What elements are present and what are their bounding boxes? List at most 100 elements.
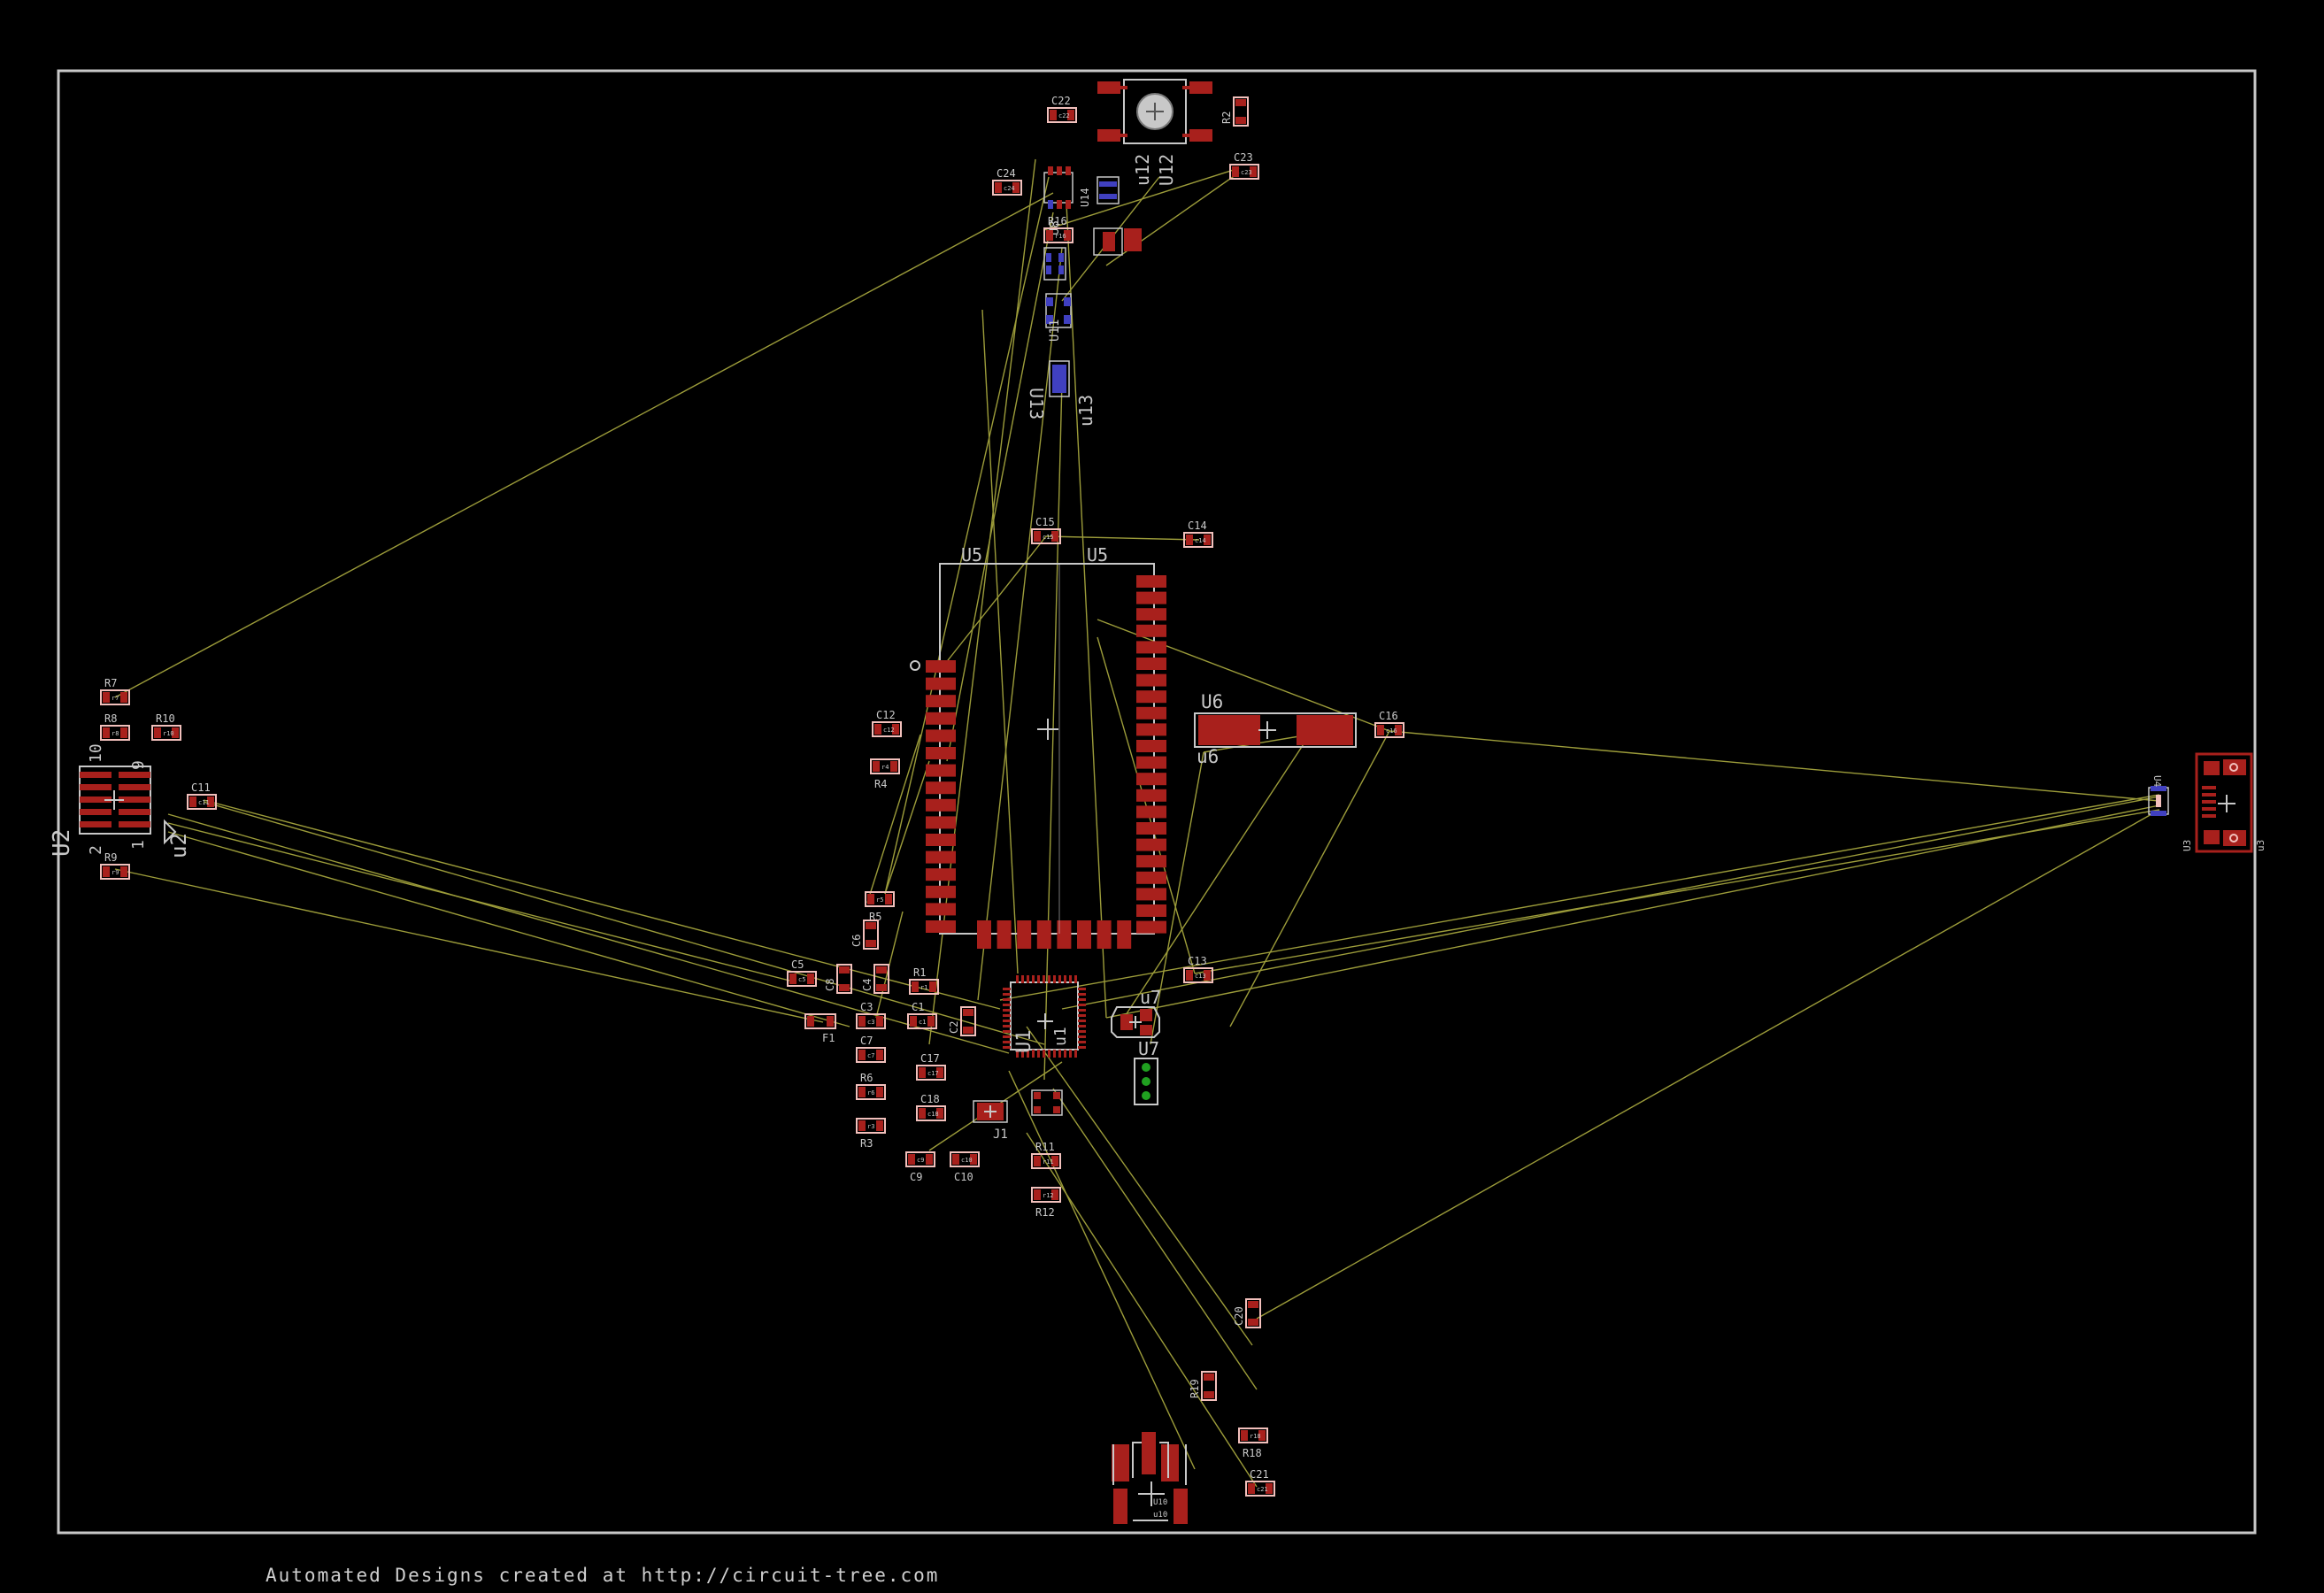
passive-label: C2 (948, 1021, 960, 1034)
board-outline (57, 69, 2257, 1535)
u10-component[interactable]: U10 u10 (1112, 1432, 1188, 1524)
passive-c10[interactable]: c10 C10 (950, 1151, 980, 1183)
u2-pin (80, 784, 112, 790)
u5-pad (1097, 920, 1112, 949)
u13-cluster[interactable]: U13 u13 U8 U11 U14 (1026, 166, 1142, 427)
u6-component[interactable]: U6 u6 (1194, 691, 1357, 767)
passive-r4[interactable]: r4 R4 (870, 758, 900, 790)
passive-r3[interactable]: r3 R3 (856, 1118, 886, 1150)
passive-label: R2 (1220, 112, 1233, 124)
passive-sub-label: r10 (163, 730, 174, 737)
passive-label: C3 (860, 1001, 873, 1013)
u12-button[interactable]: u12 U12 (1097, 79, 1212, 186)
u5-pad (926, 712, 956, 725)
u2-pin (119, 784, 150, 790)
u1-pin (1078, 1030, 1086, 1033)
u13-sub-label: u13 (1075, 395, 1097, 427)
u1-pin (1003, 1020, 1011, 1022)
passive-sub-label: c9 (917, 1157, 924, 1164)
u1-pin (1016, 975, 1019, 983)
passive-r11[interactable]: r11 R11 (1031, 1141, 1061, 1169)
passive-sub-label: c10 (961, 1157, 973, 1164)
u5-pad (1136, 591, 1166, 604)
passive-c20[interactable]: C20 (1233, 1298, 1261, 1328)
j1-component[interactable]: J1 (973, 1100, 1008, 1142)
passive-r1[interactable]: r1 R1 (909, 966, 939, 995)
passive-r10[interactable]: r10 R10 (151, 712, 181, 741)
u1-pin (1003, 988, 1011, 990)
passive-r16[interactable]: r16 R16 (1043, 215, 1074, 243)
u7-component[interactable]: u7 U7 (1111, 987, 1161, 1105)
passive-r19[interactable]: R19 (1189, 1371, 1217, 1401)
passive-c18[interactable]: c18 C18 (916, 1093, 946, 1121)
passive-label: C11 (191, 781, 211, 794)
passive-r9[interactable]: r9 R9 (100, 851, 130, 880)
u1-pin (1003, 993, 1011, 996)
passive-c1[interactable]: c1 C1 (907, 1001, 937, 1029)
u5-pad (1136, 756, 1166, 769)
passive-r5[interactable]: r5R5 (865, 891, 895, 923)
u1-pin (1003, 1041, 1011, 1043)
u10-label: U10 (1153, 1498, 1167, 1507)
passive-c21[interactable]: c21 C21 (1245, 1468, 1275, 1497)
u2-pin (119, 809, 150, 815)
passive-label: C18 (920, 1093, 940, 1105)
passive-c17[interactable]: c17 C17 (916, 1052, 946, 1081)
passive-label: R16 (1048, 215, 1067, 227)
passive-c6[interactable]: C6 (850, 920, 879, 950)
passive-label: C16 (1379, 710, 1398, 722)
u1-pin (1078, 1014, 1086, 1017)
u5-module[interactable]: U5 U5 (910, 544, 1166, 949)
u1-pin (1078, 1004, 1086, 1006)
u1-pin (1037, 1050, 1040, 1058)
passive-r18[interactable]: r18 R18 (1238, 1428, 1268, 1459)
u5-pad (1077, 920, 1091, 949)
passive-c16[interactable]: c16 C16 (1374, 710, 1404, 738)
passive-c9[interactable]: c9 C9 (905, 1151, 935, 1183)
passive-c11[interactable]: c11 C11 (187, 781, 217, 810)
passive-c12[interactable]: c12 C12 (872, 709, 902, 737)
u1-pin (1058, 975, 1061, 983)
u5-pad (926, 677, 956, 690)
passive-c7[interactable]: c7 C7 (856, 1035, 886, 1063)
passive-sub-label: r4 (881, 764, 889, 771)
u2-pin (80, 772, 112, 778)
passive-r8[interactable]: r8 R8 (100, 712, 130, 741)
u7-sub-label: u7 (1140, 987, 1161, 1008)
passive-c23[interactable]: c23 C23 (1229, 151, 1259, 180)
passive-c22[interactable]: c22 C22 (1047, 95, 1077, 123)
passive-sub-label: c23 (1241, 169, 1252, 176)
u1-pin (1003, 1014, 1011, 1017)
passive-c14[interactable]: c14 C14 (1183, 519, 1213, 548)
u1-pin (1043, 975, 1045, 983)
u5-pad (1136, 723, 1166, 736)
u1-pin (1032, 975, 1035, 983)
passive-r2[interactable]: R2 (1220, 96, 1249, 127)
u1-pin (1069, 1050, 1072, 1058)
passive-c3[interactable]: c3 C3 (856, 1001, 886, 1029)
u1-pin (1078, 1025, 1086, 1027)
u5-pad (1136, 773, 1166, 786)
passive-r7[interactable]: r7 R7 (100, 677, 130, 705)
passive-c15[interactable]: c15 C15 (1031, 516, 1061, 544)
u1-pin (1003, 1046, 1011, 1049)
passive-sub-label: c12 (883, 727, 895, 734)
passive-sub-label: c3 (867, 1019, 874, 1026)
passive-label: C1 (912, 1001, 924, 1013)
passive-r12[interactable]: r12 R12 (1031, 1187, 1061, 1219)
pcb-board: U5 U5 U6 u6 U1 u1 U2 u2 10 9 2 1 U3 u3 U… (49, 69, 2266, 1535)
u5-pad (1136, 740, 1166, 752)
passive-c13[interactable]: c13 C13 (1183, 955, 1213, 983)
passive-c8[interactable]: C8 (824, 964, 852, 994)
u9-component[interactable] (1031, 1089, 1063, 1116)
u5-pad (1136, 706, 1166, 720)
u12-label: u12 (1132, 154, 1153, 186)
passive-sub-label: r16 (1055, 233, 1066, 240)
passive-r6[interactable]: r6 R6 (856, 1072, 886, 1100)
passive-c5[interactable]: c5 C5 (787, 958, 817, 987)
u2-component[interactable]: U2 u2 10 9 2 1 (49, 743, 191, 858)
passive-c24[interactable]: c24 C24 (992, 167, 1022, 196)
passive-label: C9 (910, 1171, 922, 1183)
passive-c2[interactable]: C2 (948, 1006, 976, 1036)
u5-pad (926, 798, 956, 812)
